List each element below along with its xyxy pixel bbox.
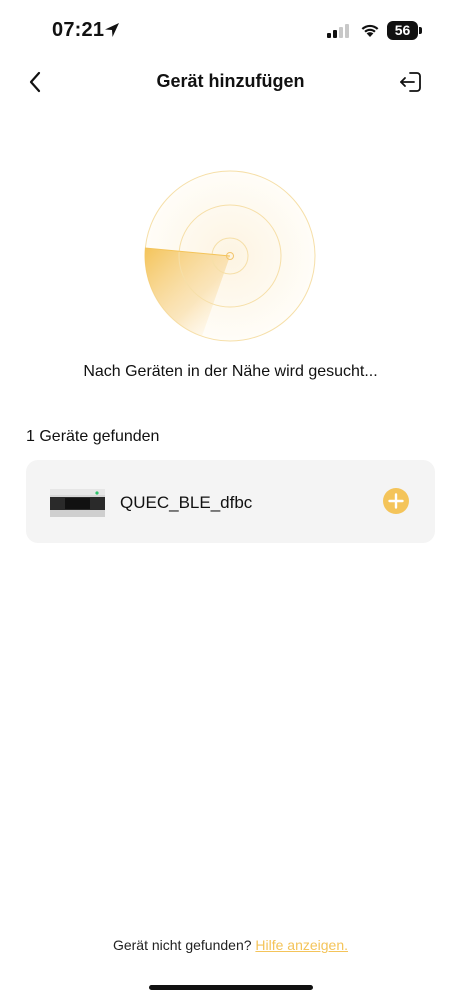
exit-button[interactable] [398,68,426,96]
help-link[interactable]: Hilfe anzeigen. [255,937,348,953]
device-not-found-text: Gerät nicht gefunden? [112,937,256,953]
exit-icon [400,72,421,92]
page-title: Gerät hinzufügen [156,71,305,91]
plus-circle-icon[interactable] [383,488,409,514]
device-name: QUEC_BLE_dfbc [120,493,253,512]
battery-cap [419,27,422,34]
status-bar: 07:21 56 [0,0,461,62]
radar-scan-graphic [144,170,316,342]
home-indicator[interactable] [149,985,313,990]
devices-found-label: 1 Geräte gefunden [26,428,160,445]
battery-level: 56 [394,22,411,38]
add-device-screen: 07:21 56 Gerät hinzufügen Nach Geräten i… [0,0,461,1000]
status-time: 07:21 [52,19,105,41]
battery-icon: 56 [387,21,422,40]
nav-bar: Gerät hinzufügen [0,62,461,102]
device-image [50,489,105,517]
device-list-item[interactable]: QUEC_BLE_dfbc [26,460,435,543]
help-line: Gerät nicht gefunden? Hilfe anzeigen. [0,937,461,953]
wifi-icon [361,24,379,37]
location-arrow-icon [105,23,119,37]
scan-status-text: Nach Geräten in der Nähe wird gesucht... [83,363,378,380]
cellular-signal-icon [327,24,349,38]
